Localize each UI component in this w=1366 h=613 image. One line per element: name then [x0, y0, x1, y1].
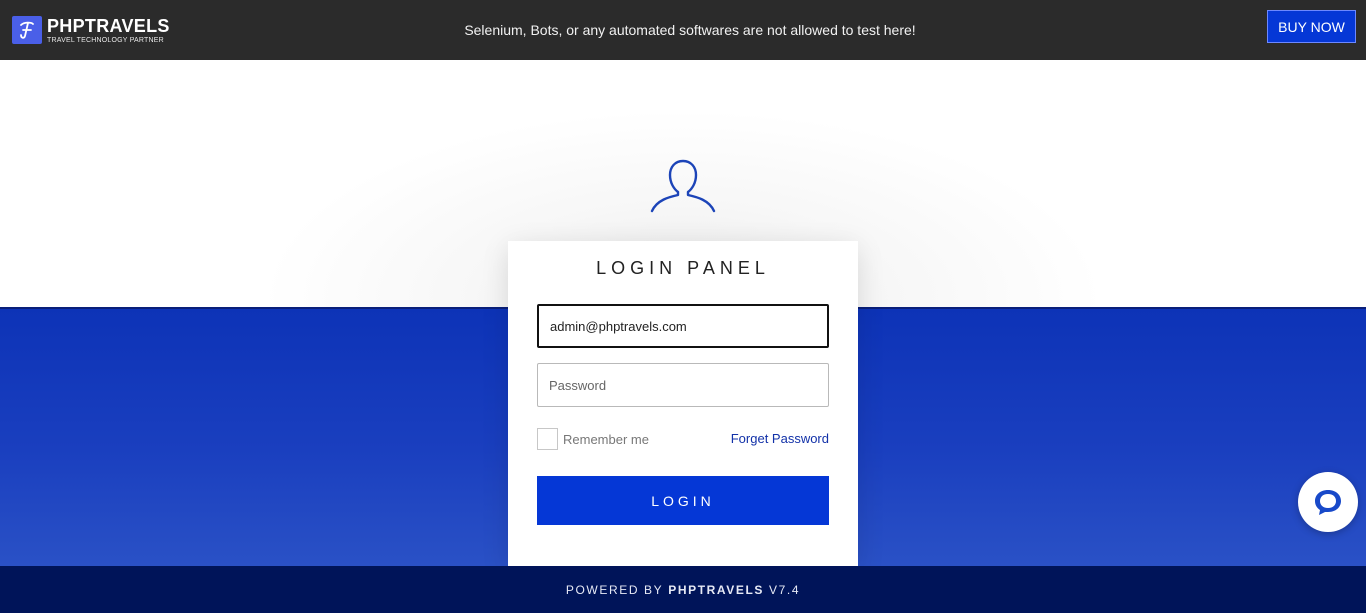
forget-password-link[interactable]: Forget Password	[731, 431, 829, 446]
user-icon	[650, 159, 716, 213]
brand-tagline: TRAVEL TECHNOLOGY PARTNER	[47, 36, 164, 44]
chat-button[interactable]	[1298, 472, 1358, 532]
footer: POWERED BY PHPTRAVELS V7.4	[0, 566, 1366, 613]
footer-prefix: POWERED BY	[565, 582, 664, 597]
footer-version: V7.4	[769, 582, 801, 597]
brand-name: PHPTRAVELS	[47, 15, 170, 36]
remember-me[interactable]: Remember me	[537, 428, 649, 450]
remember-me-label[interactable]: Remember me	[563, 432, 649, 447]
top-bar: PHPTRAVELS TRAVEL TECHNOLOGY PARTNER Sel…	[0, 0, 1366, 60]
footer-brand: PHPTRAVELS	[668, 582, 765, 597]
automation-notice-text: Selenium, Bots, or any automated softwar…	[464, 22, 916, 38]
brand-logo-icon	[12, 16, 42, 44]
chat-icon	[1315, 490, 1341, 515]
login-button[interactable]: LOGIN	[537, 476, 829, 525]
buy-now-button[interactable]: BUY NOW	[1267, 10, 1356, 43]
login-panel: LOGIN PANEL Remember me Forget Password …	[508, 241, 858, 566]
email-field[interactable]	[537, 304, 829, 348]
brand-logo[interactable]: PHPTRAVELS TRAVEL TECHNOLOGY PARTNER	[12, 16, 312, 44]
login-panel-title: LOGIN PANEL	[596, 258, 770, 278]
password-field[interactable]	[537, 363, 829, 407]
remember-me-checkbox[interactable]	[537, 428, 558, 450]
